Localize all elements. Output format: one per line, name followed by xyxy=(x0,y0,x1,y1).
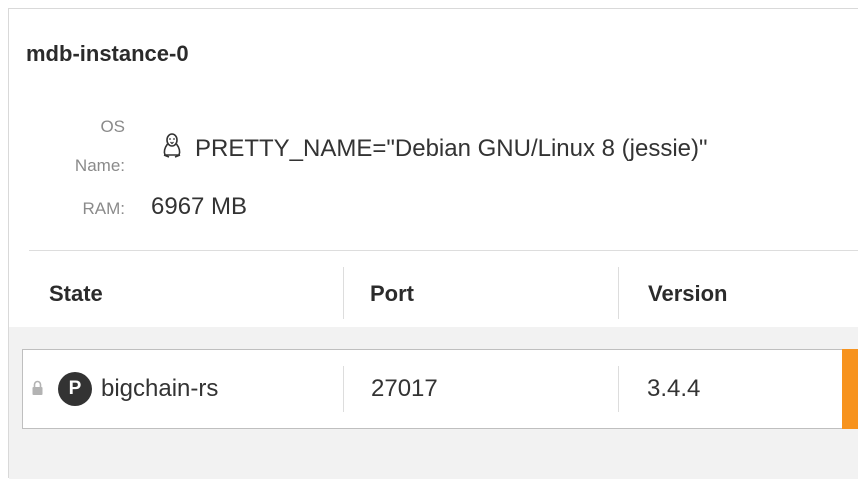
os-name-label-line1: OS xyxy=(100,117,125,136)
os-name-label-line2: Name: xyxy=(74,156,125,175)
section-divider xyxy=(29,250,858,251)
table-header: State Port Version xyxy=(9,259,858,327)
linux-tux-icon xyxy=(163,133,181,158)
column-divider xyxy=(343,267,344,319)
replica-set-name: bigchain-rs xyxy=(101,375,219,402)
table-row[interactable]: P bigchain-rs 27017 3.4.4 xyxy=(22,349,858,429)
ram-value: 6967 MB xyxy=(151,193,248,220)
column-divider xyxy=(618,267,619,319)
ram-label: RAM: xyxy=(82,199,126,218)
host-name: mdb-instance-0 xyxy=(26,41,189,66)
row-status-accent xyxy=(842,349,858,429)
column-header-port[interactable]: Port xyxy=(370,279,414,309)
column-header-state[interactable]: State xyxy=(49,279,103,309)
os-name-value-row: PRETTY_NAME="Debian GNU/Linux 8 (jessie)… xyxy=(161,133,708,164)
column-header-version[interactable]: Version xyxy=(648,279,727,309)
version-value: 3.4.4 xyxy=(647,375,701,402)
port-value: 27017 xyxy=(371,375,438,402)
host-panel: mdb-instance-0 OS Name: PRETTY_NAME="Deb… xyxy=(8,8,858,479)
column-divider xyxy=(343,366,344,412)
column-divider xyxy=(618,366,619,412)
lock-icon xyxy=(32,380,43,395)
primary-badge: P xyxy=(58,372,92,406)
table-body: P bigchain-rs 27017 3.4.4 xyxy=(9,327,858,479)
os-name-value: PRETTY_NAME="Debian GNU/Linux 8 (jessie)… xyxy=(195,135,708,162)
